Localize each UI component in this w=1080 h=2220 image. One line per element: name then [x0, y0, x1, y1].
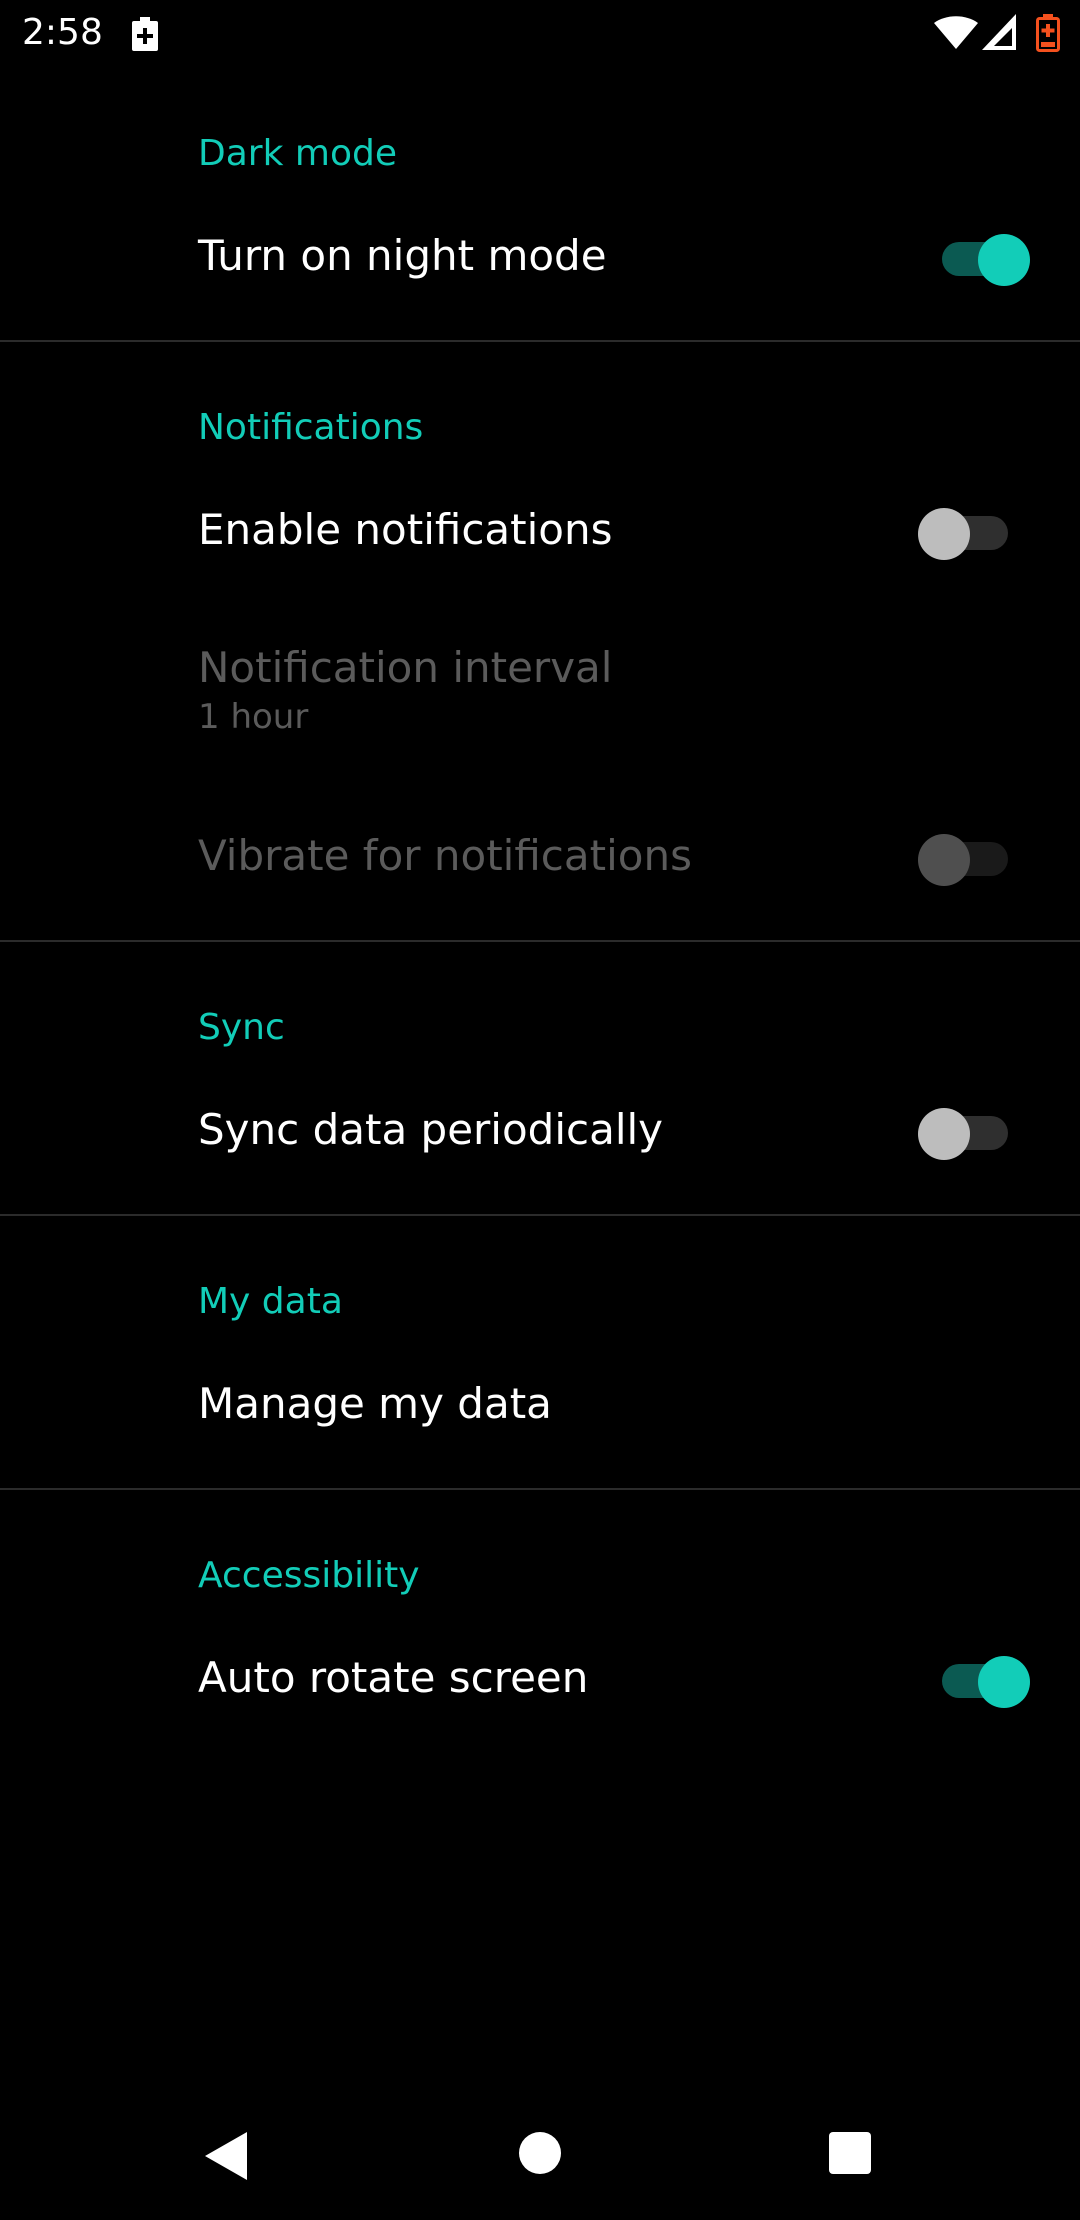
- section-title-dark-mode: Dark mode: [198, 133, 397, 174]
- divider: [0, 940, 1080, 942]
- navigation-bar: [0, 2100, 1080, 2220]
- preference-title: Auto rotate screen: [198, 1653, 589, 1702]
- divider: [0, 340, 1080, 342]
- battery-icon: [1036, 14, 1060, 52]
- section-title-accessibility: Accessibility: [198, 1555, 420, 1596]
- preference-manage-my-data[interactable]: Manage my data: [0, 1379, 1080, 1504]
- switch-thumb: [918, 834, 970, 886]
- preference-title: Turn on night mode: [198, 231, 607, 280]
- section-title-my-data: My data: [198, 1281, 343, 1322]
- night-mode-switch[interactable]: [936, 234, 1030, 286]
- switch-thumb: [918, 508, 970, 560]
- preference-sync-periodically[interactable]: Sync data periodically: [0, 1105, 1080, 1230]
- section-title-sync: Sync: [198, 1007, 285, 1048]
- enable-notifications-switch[interactable]: [918, 508, 1010, 560]
- preference-night-mode[interactable]: Turn on night mode: [0, 231, 1080, 366]
- battery-saver-icon: [132, 17, 158, 51]
- preference-vibrate-notifications[interactable]: Vibrate for notifications: [0, 831, 1080, 956]
- divider: [0, 1214, 1080, 1216]
- preference-title: Notification interval: [198, 643, 613, 692]
- wifi-icon: [934, 16, 978, 49]
- preference-summary: 1 hour: [198, 697, 309, 737]
- preference-auto-rotate[interactable]: Auto rotate screen: [0, 1653, 1080, 1778]
- home-icon[interactable]: [519, 2132, 561, 2174]
- signal-icon: [982, 14, 1016, 50]
- section-title-notifications: Notifications: [198, 407, 424, 448]
- sync-periodically-switch[interactable]: [918, 1108, 1010, 1160]
- status-time: 2:58: [22, 12, 103, 53]
- preference-title: Vibrate for notifications: [198, 831, 692, 880]
- preference-notification-interval[interactable]: Notification interval 1 hour: [0, 643, 1080, 778]
- switch-thumb: [978, 1656, 1030, 1708]
- preference-title: Enable notifications: [198, 505, 613, 554]
- status-bar: 2:58: [0, 0, 1080, 66]
- preference-title: Sync data periodically: [198, 1105, 664, 1154]
- switch-thumb: [978, 234, 1030, 286]
- preference-enable-notifications[interactable]: Enable notifications: [0, 505, 1080, 630]
- divider: [0, 1488, 1080, 1490]
- back-icon[interactable]: [203, 2130, 249, 2182]
- recents-icon[interactable]: [829, 2132, 871, 2174]
- auto-rotate-switch[interactable]: [936, 1656, 1030, 1708]
- switch-thumb: [918, 1108, 970, 1160]
- preference-title: Manage my data: [198, 1379, 552, 1428]
- vibrate-notifications-switch[interactable]: [918, 834, 1010, 886]
